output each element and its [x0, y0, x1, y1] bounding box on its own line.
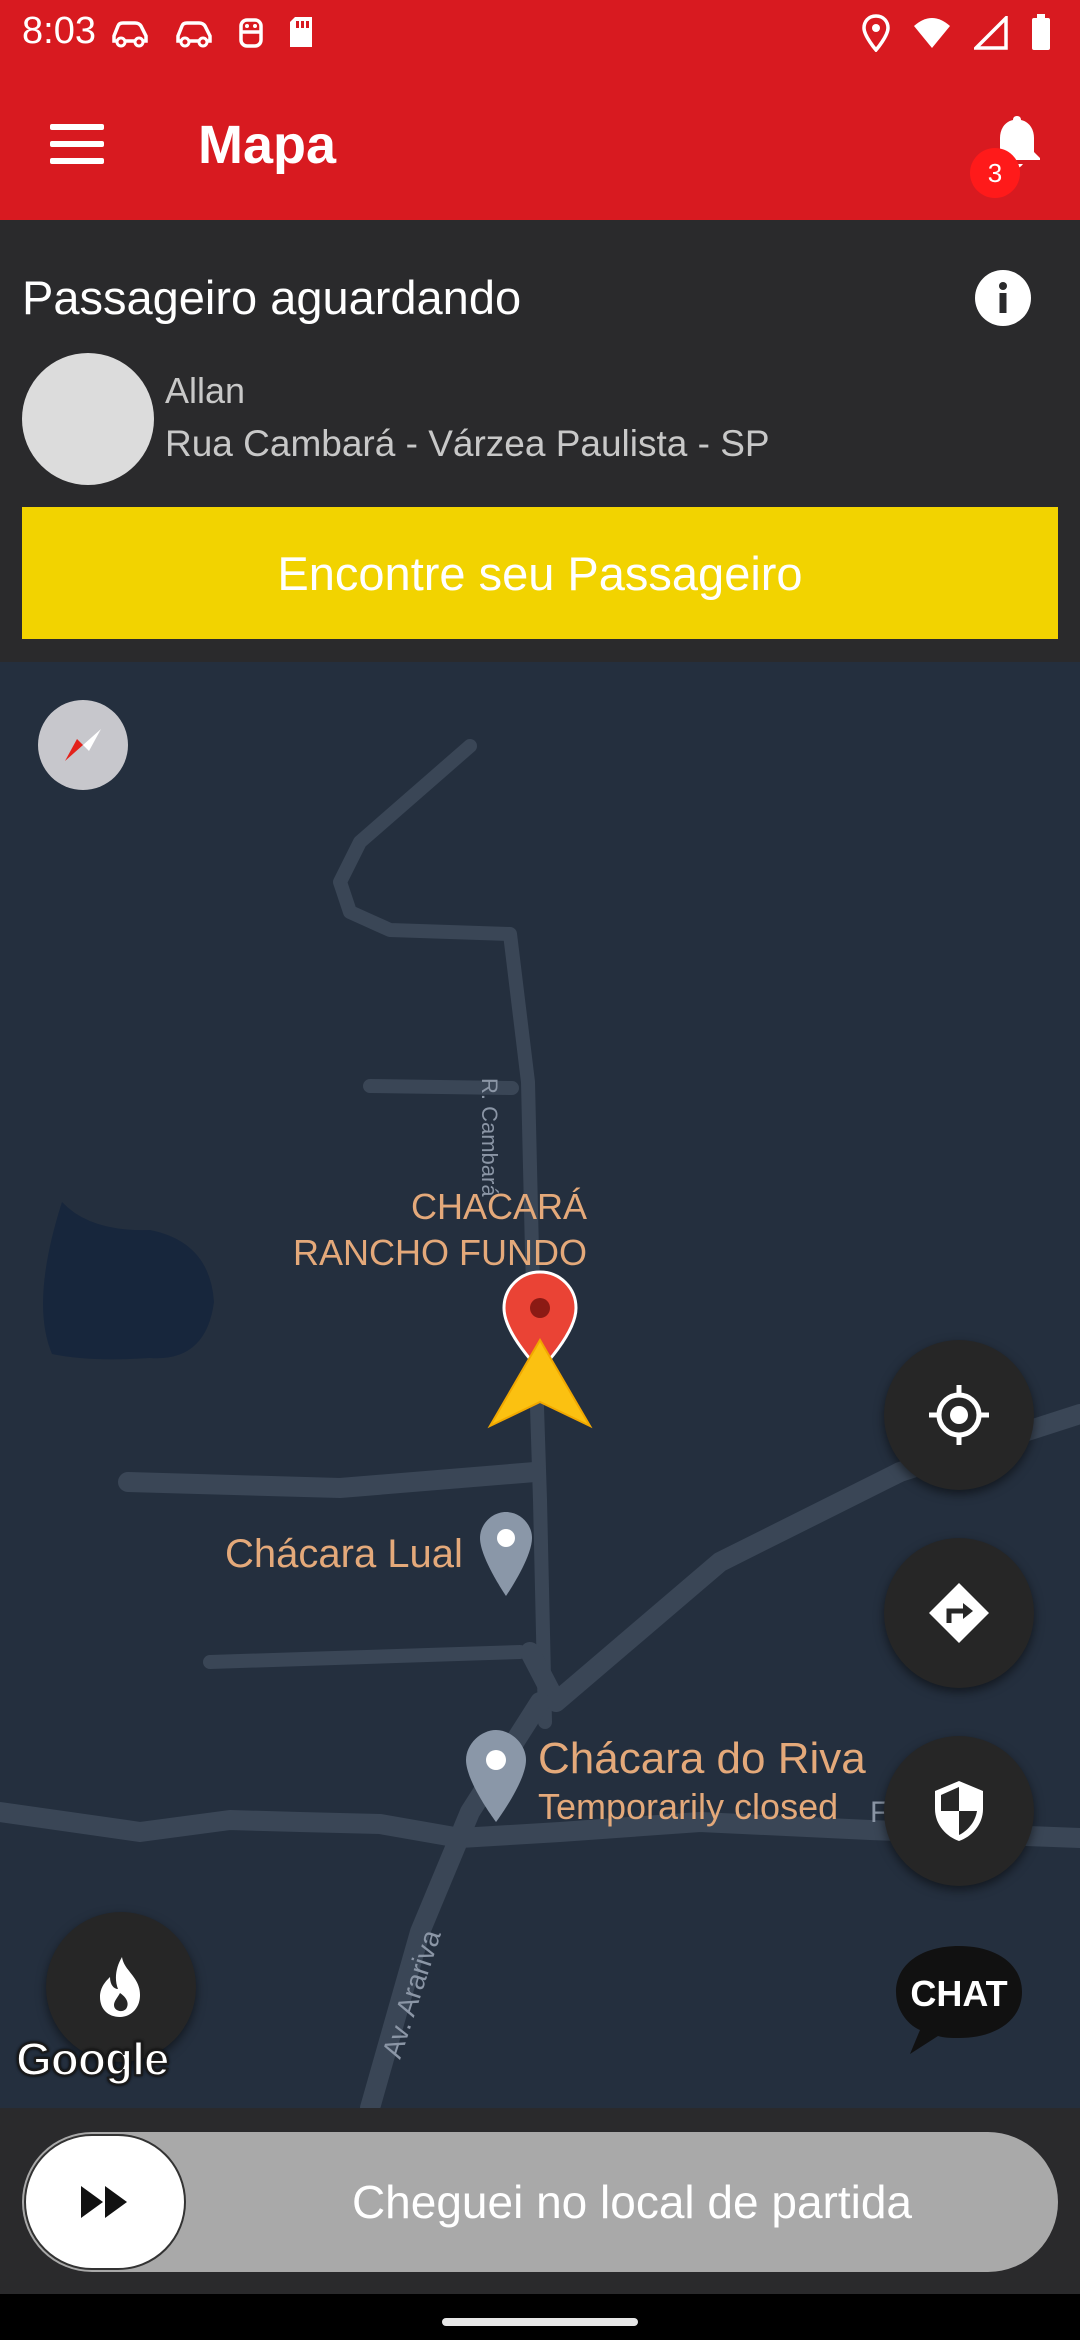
street-label-arariva: Av. Arariva	[376, 1926, 447, 2062]
status-left-icons	[108, 14, 316, 50]
water-body	[43, 1202, 215, 1360]
battery-icon	[1032, 14, 1050, 50]
app-bar: Mapa 3	[0, 66, 1080, 220]
place-label-chacara-riva: Chácara do Riva	[538, 1734, 866, 1783]
bottom-bar: Cheguei no local de partida	[0, 2108, 1080, 2294]
map-view[interactable]: F Av. Arariva CHACARÁ RANCHO FUNDO Cháca…	[0, 662, 1080, 2108]
signal-icon	[974, 16, 1008, 50]
status-right-icons	[862, 14, 1052, 52]
wifi-icon	[914, 18, 950, 48]
location-icon	[862, 14, 890, 52]
place-label-chacara-lual: Chácara Lual	[225, 1532, 463, 1576]
car-icon	[112, 21, 148, 48]
menu-icon[interactable]	[50, 124, 104, 164]
home-indicator[interactable]	[442, 2318, 638, 2326]
place-status-riva: Temporarily closed	[538, 1786, 839, 1827]
status-bar: 8:03	[0, 0, 1080, 66]
chat-label: CHAT	[910, 1973, 1007, 2014]
sd-card-icon	[290, 17, 312, 47]
google-logo: Google	[15, 2032, 170, 2086]
passenger-panel-title: Passageiro aguardando	[22, 271, 522, 324]
my-location-button[interactable]	[884, 1340, 1034, 1490]
directions-button[interactable]	[884, 1538, 1034, 1688]
car-icon	[176, 21, 212, 48]
chat-bubble-icon: CHAT	[896, 1946, 1022, 2054]
info-button[interactable]	[975, 270, 1031, 326]
shield-icon	[935, 1781, 983, 1841]
place-label-chacara-rancho: CHACARÁ RANCHO FUNDO	[293, 1186, 587, 1273]
crosshair-icon	[929, 1385, 989, 1445]
passenger-address: Rua Cambará - Várzea Paulista - SP	[165, 423, 770, 464]
slider-knob[interactable]	[24, 2134, 186, 2270]
info-icon	[976, 271, 1030, 325]
street-label-cambara: R. Cambará	[477, 1078, 502, 1197]
system-nav-bar	[0, 2294, 1080, 2340]
directions-icon	[929, 1583, 989, 1643]
slider-label: Cheguei no local de partida	[351, 2176, 913, 2228]
compass-button[interactable]	[38, 700, 128, 790]
chat-button[interactable]: CHAT	[892, 1942, 1026, 2058]
flame-icon	[100, 1957, 140, 2017]
app-root: 8:03 Mapa 3 Passageiro aguardando Allan …	[0, 0, 1080, 2340]
poi-pin-lual	[480, 1512, 532, 1596]
passenger-panel: Passageiro aguardando Allan Rua Cambará …	[0, 220, 1080, 662]
robot-icon	[239, 18, 263, 48]
avatar	[22, 353, 154, 485]
compass-icon	[65, 729, 101, 761]
status-time: 8:03	[22, 10, 96, 52]
fast-forward-icon	[81, 2186, 127, 2218]
notification-badge: 3	[970, 148, 1020, 198]
passenger-name: Allan	[165, 370, 246, 411]
find-passenger-button[interactable]: Encontre seu Passageiro	[22, 507, 1058, 639]
page-title: Mapa	[198, 115, 337, 175]
safety-button[interactable]	[884, 1736, 1034, 1886]
arrival-slider[interactable]: Cheguei no local de partida	[22, 2132, 1058, 2272]
